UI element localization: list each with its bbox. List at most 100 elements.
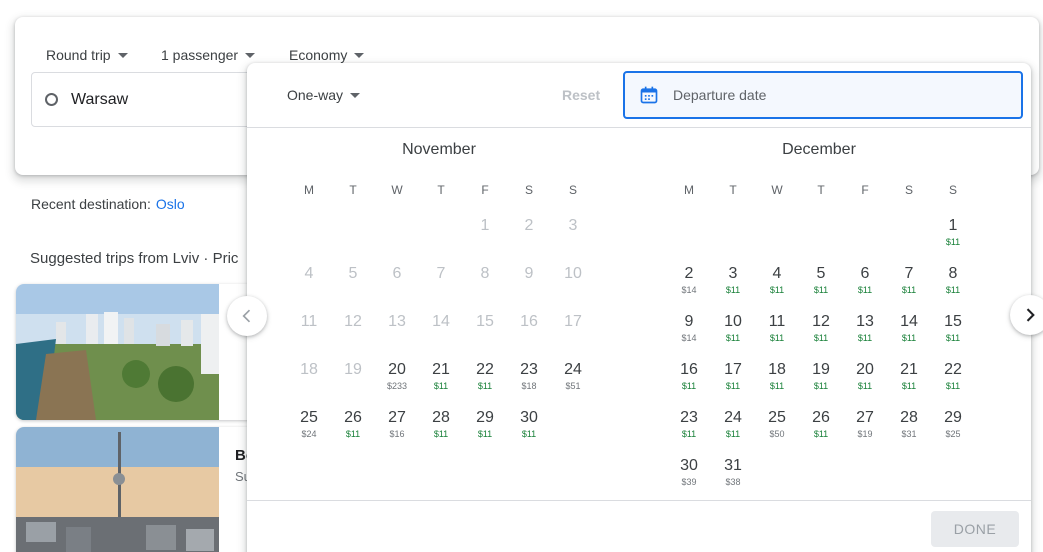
calendar-day[interactable]: 22 $11 — [931, 357, 975, 405]
reset-button[interactable]: Reset — [562, 87, 600, 103]
calendar-day[interactable]: 22 $11 — [463, 357, 507, 405]
one-way-dropdown[interactable]: One-way — [287, 87, 361, 103]
calendar-day[interactable]: 20 $233 — [375, 357, 419, 405]
caret-down-icon — [117, 52, 128, 58]
day-number: 28 — [432, 409, 450, 426]
weekday-label: F — [861, 183, 869, 197]
day-price: $31 — [901, 429, 917, 439]
calendar-day[interactable]: 13 $11 — [843, 309, 887, 357]
trip-type-dropdown[interactable]: Round trip — [46, 47, 128, 63]
calendar-day[interactable]: 4 $11 — [755, 261, 799, 309]
calendar-day[interactable]: 29 $11 — [463, 405, 507, 453]
day-price: $11 — [901, 333, 917, 343]
day-price: $11 — [345, 429, 361, 439]
origin-field[interactable]: Warsaw — [31, 72, 271, 127]
day-number: 31 — [724, 457, 742, 474]
calendar-day[interactable]: 25 $50 — [755, 405, 799, 453]
day-number: 20 — [388, 361, 406, 378]
calendar-day[interactable]: 20 $11 — [843, 357, 887, 405]
departure-date-input[interactable]: Departure date — [623, 71, 1023, 119]
calendar-day[interactable]: 23 $18 — [507, 357, 551, 405]
next-month-button[interactable] — [1010, 295, 1043, 335]
calendar-day[interactable]: 3 $11 — [711, 261, 755, 309]
calendar-day[interactable]: 24 $51 — [551, 357, 595, 405]
day-price: $11 — [857, 333, 873, 343]
calendar-day: 2 — [507, 213, 551, 261]
calendar-day[interactable]: 15 $11 — [931, 309, 975, 357]
passengers-label: 1 passenger — [161, 47, 239, 63]
day-number: 18 — [300, 361, 318, 378]
calendar-day[interactable]: 25 $24 — [287, 405, 331, 453]
calendar-day[interactable]: 10 $11 — [711, 309, 755, 357]
calendar-day[interactable]: 5 $11 — [799, 261, 843, 309]
previous-month-button[interactable] — [227, 296, 267, 336]
day-number: 8 — [480, 265, 490, 282]
calendar-day[interactable]: 12 $11 — [799, 309, 843, 357]
day-number: 24 — [724, 409, 742, 426]
calendar-day[interactable]: 24 $11 — [711, 405, 755, 453]
calendar-day[interactable]: 18 $11 — [755, 357, 799, 405]
calendar-day[interactable]: 31 $38 — [711, 453, 755, 501]
calendar-day[interactable]: 9 $14 — [667, 309, 711, 357]
day-price: $11 — [769, 333, 785, 343]
weekday-label: S — [524, 183, 533, 197]
day-number: 4 — [304, 265, 314, 282]
day-price: $19 — [857, 429, 873, 439]
day-price: $11 — [945, 381, 961, 391]
day-number: 30 — [680, 457, 698, 474]
calendar-day: 19 — [331, 357, 375, 405]
calendar-day[interactable]: 21 $11 — [419, 357, 463, 405]
calendar-day[interactable]: 27 $19 — [843, 405, 887, 453]
weekday-label: T — [437, 183, 445, 197]
caret-down-icon — [354, 52, 365, 58]
day-number: 16 — [680, 361, 698, 378]
calendar-day[interactable]: 1 $11 — [931, 213, 975, 261]
weekday-label: W — [391, 183, 403, 197]
calendar-day: 5 — [331, 261, 375, 309]
passengers-dropdown[interactable]: 1 passenger — [161, 47, 256, 63]
calendar-day[interactable]: 30 $39 — [667, 453, 711, 501]
calendar-day[interactable]: 30 $11 — [507, 405, 551, 453]
calendar-day[interactable]: 2 $14 — [667, 261, 711, 309]
calendar-day[interactable]: 17 $11 — [711, 357, 755, 405]
calendar-day[interactable]: 7 $11 — [887, 261, 931, 309]
calendar-day: 6 — [375, 261, 419, 309]
day-price: $11 — [945, 237, 961, 247]
calendar-day[interactable]: 28 $11 — [419, 405, 463, 453]
day-number: 1 — [948, 217, 958, 234]
day-price: $11 — [945, 285, 961, 295]
day-price: $25 — [945, 429, 961, 439]
date-picker-header: One-way Reset Departure date — [247, 63, 1031, 128]
day-price: $11 — [945, 333, 961, 343]
calendar-day[interactable]: 16 $11 — [667, 357, 711, 405]
calendar-day[interactable]: 11 $11 — [755, 309, 799, 357]
day-price: $11 — [901, 381, 917, 391]
day-number: 19 — [812, 361, 830, 378]
calendar-day[interactable]: 26 $11 — [331, 405, 375, 453]
weekday-label: S — [568, 183, 577, 197]
calendar-day[interactable]: 21 $11 — [887, 357, 931, 405]
day-number: 8 — [948, 265, 958, 282]
day-price: $11 — [725, 285, 741, 295]
calendar-day[interactable]: 14 $11 — [887, 309, 931, 357]
calendar-day: 7 — [419, 261, 463, 309]
calendar-day[interactable]: 6 $11 — [843, 261, 887, 309]
cabin-dropdown[interactable]: Economy — [289, 47, 365, 63]
calendar-day[interactable]: 28 $31 — [887, 405, 931, 453]
done-button[interactable]: DONE — [931, 511, 1019, 547]
day-number: 15 — [944, 313, 962, 330]
calendar-day[interactable]: 19 $11 — [799, 357, 843, 405]
day-price: $233 — [386, 381, 408, 391]
recent-destination-link[interactable]: Oslo — [156, 196, 185, 212]
calendar-day[interactable]: 29 $25 — [931, 405, 975, 453]
calendar-day[interactable]: 26 $11 — [799, 405, 843, 453]
calendar-day: 11 — [287, 309, 331, 357]
day-price: $11 — [433, 381, 449, 391]
day-number: 14 — [900, 313, 918, 330]
day-number: 12 — [344, 313, 362, 330]
day-price: $11 — [901, 285, 917, 295]
calendar-day[interactable]: 8 $11 — [931, 261, 975, 309]
day-number: 16 — [520, 313, 538, 330]
calendar-day[interactable]: 23 $11 — [667, 405, 711, 453]
calendar-day[interactable]: 27 $16 — [375, 405, 419, 453]
